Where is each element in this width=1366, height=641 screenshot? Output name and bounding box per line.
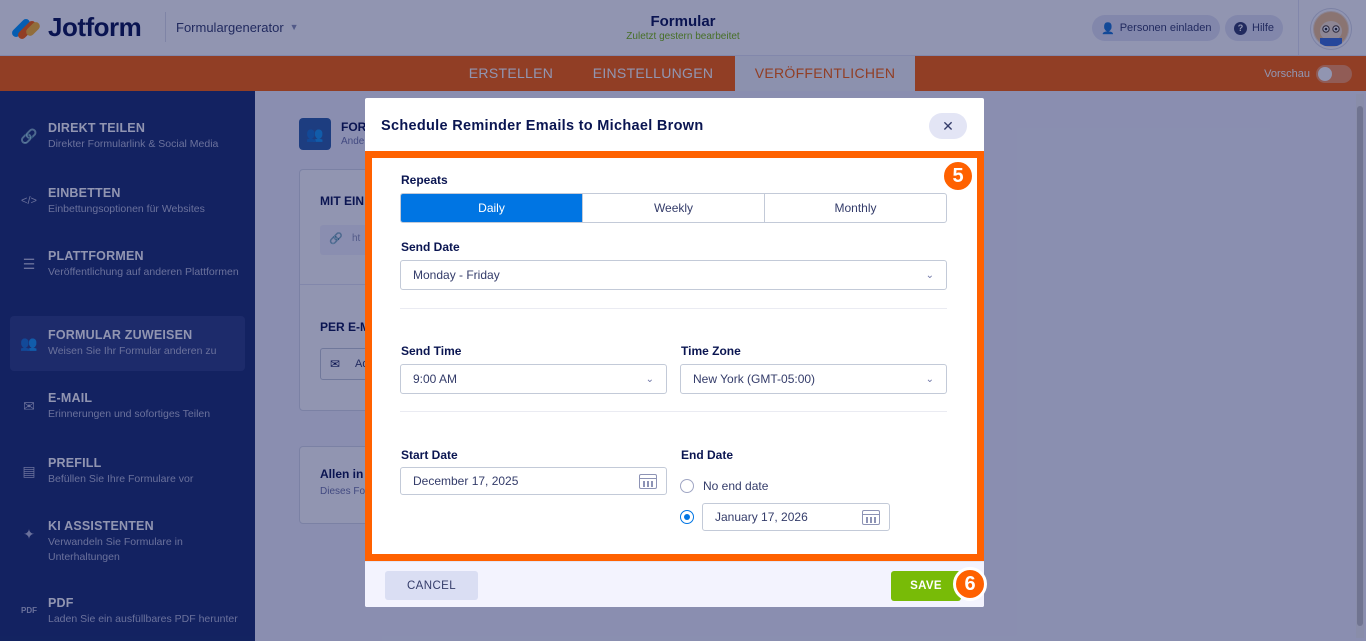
- cancel-button[interactable]: CANCEL: [385, 571, 478, 600]
- step-badge-6: 6: [953, 567, 987, 601]
- save-button[interactable]: SAVE: [891, 571, 961, 601]
- close-button[interactable]: ✕: [929, 113, 967, 139]
- modal-title: Schedule Reminder Emails to Michael Brow…: [381, 118, 704, 134]
- close-icon: ✕: [942, 117, 954, 134]
- modal-header: Schedule Reminder Emails to Michael Brow…: [365, 98, 984, 155]
- step-badge-5: 5: [941, 159, 975, 193]
- modal-footer: CANCEL SAVE: [365, 561, 984, 607]
- schedule-reminder-modal: Schedule Reminder Emails to Michael Brow…: [365, 98, 984, 607]
- highlight-frame: [365, 151, 984, 561]
